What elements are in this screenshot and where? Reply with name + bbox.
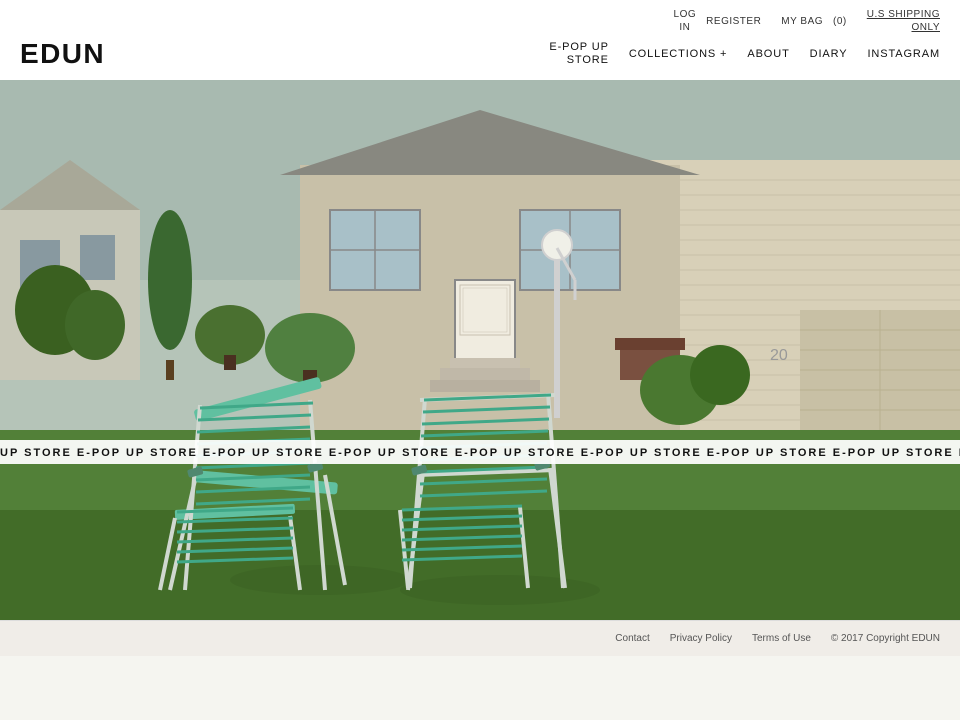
nav-diary[interactable]: DIARY bbox=[810, 48, 848, 60]
bag-count: (0) bbox=[833, 16, 847, 27]
nav-about[interactable]: ABOUT bbox=[747, 48, 789, 60]
footer: Contact Privacy Policy Terms of Use © 20… bbox=[0, 620, 960, 656]
shipping-link[interactable]: U.S SHIPPINGONLY bbox=[867, 8, 940, 34]
hero-section: 20 bbox=[0, 80, 960, 620]
my-bag-link[interactable]: MY BAG bbox=[781, 16, 823, 27]
footer-terms[interactable]: Terms of Use bbox=[752, 633, 811, 644]
bag-group: MY BAG (0) bbox=[781, 16, 846, 27]
header-top-bar: LOGIN REGISTER MY BAG (0) U.S SHIPPINGON… bbox=[0, 0, 960, 38]
register-link[interactable]: REGISTER bbox=[706, 16, 761, 27]
svg-text:UP STORE E-POP UP STORE: UP STORE E-POP UP STORE E-POP UP STORE E… bbox=[0, 447, 960, 459]
svg-text:20: 20 bbox=[770, 347, 788, 364]
footer-copyright: © 2017 Copyright EDUN bbox=[831, 633, 940, 644]
site-logo[interactable]: EDUN bbox=[20, 38, 105, 70]
auth-links: LOGIN REGISTER bbox=[674, 8, 762, 34]
main-nav: E-POP UPSTORE COLLECTIONS + ABOUT DIARY … bbox=[549, 41, 940, 67]
nav-epopup[interactable]: E-POP UPSTORE bbox=[549, 41, 608, 67]
footer-contact[interactable]: Contact bbox=[615, 633, 649, 644]
nav-instagram[interactable]: INSTAGRAM bbox=[868, 48, 941, 60]
nav-collections[interactable]: COLLECTIONS + bbox=[629, 48, 728, 60]
footer-privacy[interactable]: Privacy Policy bbox=[670, 633, 732, 644]
header-main: EDUN E-POP UPSTORE COLLECTIONS + ABOUT D… bbox=[0, 38, 960, 80]
shipping-group: U.S SHIPPINGONLY bbox=[867, 8, 940, 34]
hero-image: 20 bbox=[0, 80, 960, 620]
login-link[interactable]: LOGIN bbox=[674, 8, 697, 34]
